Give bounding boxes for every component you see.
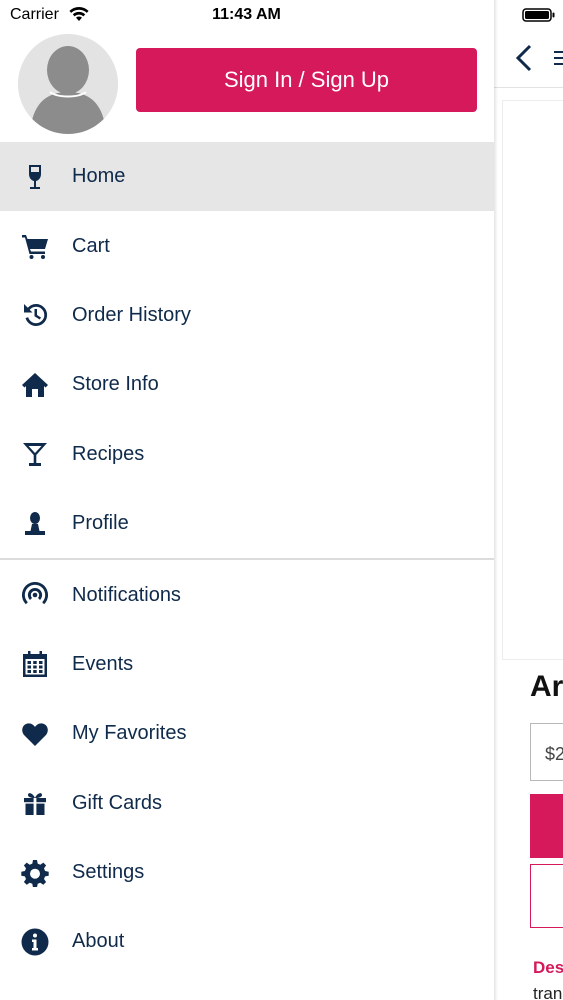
side-drawer: Sign In / Sign Up Home Cart Order Histor… (0, 0, 494, 1000)
add-to-favorites-button[interactable] (530, 864, 563, 928)
back-chevron-icon[interactable] (512, 42, 536, 74)
cocktail-icon (20, 439, 50, 469)
product-detail-page: Ar $2 Des tran (494, 0, 563, 1000)
person-icon (20, 509, 50, 539)
description-heading: Des (533, 958, 563, 977)
clock-label: 11:43 AM (212, 6, 281, 23)
cart-icon (20, 231, 50, 261)
menu-item-gift-cards[interactable]: Gift Cards (0, 769, 494, 838)
avatar-placeholder-icon (18, 34, 118, 134)
menu-label-settings: Settings (72, 861, 145, 884)
menu-item-recipes[interactable]: Recipes (0, 420, 494, 489)
menu-label-order-history: Order History (72, 303, 191, 326)
menu-label-my-favorites: My Favorites (72, 722, 187, 745)
info-icon (20, 927, 50, 957)
menu-label-events: Events (72, 652, 134, 675)
menu-item-my-favorites[interactable]: My Favorites (0, 699, 494, 768)
drawer-menu: Home Cart Order History Store Info Recip… (0, 142, 494, 977)
menu-label-cart: Cart (72, 234, 110, 257)
menu-label-profile: Profile (72, 512, 129, 535)
menu-label-home: Home (72, 165, 126, 188)
gear-icon (20, 858, 50, 888)
product-image-area (502, 100, 563, 660)
menu-label-about: About (72, 930, 125, 953)
menu-item-cart[interactable]: Cart (0, 211, 494, 280)
page-navbar (494, 30, 563, 88)
drawer-shadow (494, 0, 498, 1000)
history-icon (20, 300, 50, 330)
menu-item-about[interactable]: About (0, 907, 494, 976)
drawer-header: Sign In / Sign Up (0, 30, 494, 142)
menu-item-order-history[interactable]: Order History (0, 281, 494, 350)
house-icon (20, 370, 50, 400)
broadcast-icon (20, 580, 50, 610)
menu-label-store-info: Store Info (72, 373, 159, 396)
heart-icon (20, 719, 50, 749)
menu-item-notifications[interactable]: Notifications (0, 560, 494, 629)
gift-icon (20, 788, 50, 818)
sign-in-button[interactable]: Sign In / Sign Up (136, 48, 477, 112)
avatar[interactable] (18, 34, 118, 134)
menu-item-events[interactable]: Events (0, 630, 494, 699)
menu-item-store-info[interactable]: Store Info (0, 350, 494, 419)
menu-label-notifications: Notifications (72, 583, 181, 606)
menu-item-settings[interactable]: Settings (0, 838, 494, 907)
description-text: tran (533, 984, 563, 1000)
menu-item-profile[interactable]: Profile (0, 489, 494, 558)
menu-label-gift-cards: Gift Cards (72, 791, 163, 814)
menu-icon[interactable] (552, 50, 563, 66)
menu-label-recipes: Recipes (72, 442, 145, 465)
add-to-cart-button[interactable] (530, 794, 563, 858)
calendar-icon (20, 649, 50, 679)
wine-glass-icon (20, 162, 50, 192)
battery-icon (522, 8, 555, 22)
status-bar: Carrier 11:43 AM (0, 0, 563, 30)
wifi-icon (69, 7, 89, 21)
menu-item-home[interactable]: Home (0, 142, 494, 212)
price-select[interactable]: $2 (530, 723, 563, 781)
carrier-label: Carrier (10, 6, 59, 23)
product-title: Ar (530, 670, 563, 703)
